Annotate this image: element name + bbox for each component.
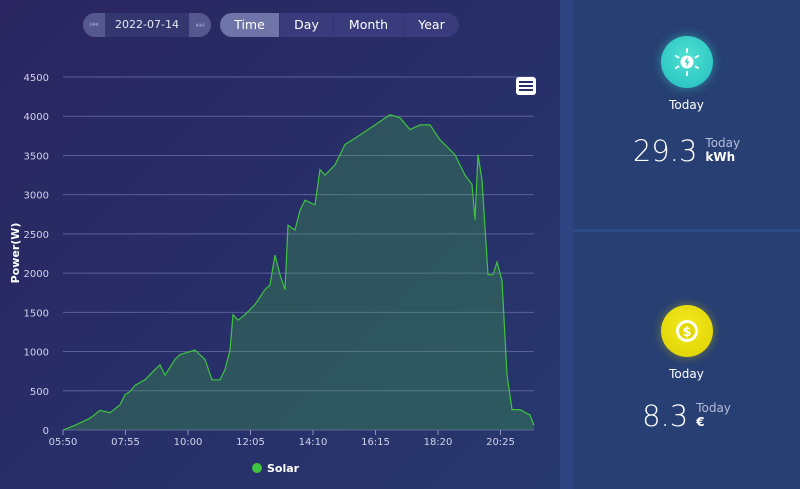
revenue-unit: € — [696, 415, 705, 429]
energy-sub-label: Today — [705, 136, 741, 150]
power-chart: 0 500 1000 1500 2000 2500 3000 3500 4000 4500 05:5… — [9, 73, 536, 475]
legend-item-solar[interactable]: Solar — [252, 462, 300, 475]
energy-value: 29.3 — [632, 134, 698, 168]
card-divider — [573, 229, 800, 232]
x-tick-label: 10:00 — [174, 437, 203, 448]
x-tick-label: 05:50 — [49, 437, 78, 448]
x-tick-label: 07:55 — [111, 437, 140, 448]
revenue-value: 8.3 — [642, 399, 689, 433]
revenue-card: $ Today 8.3 Today € — [573, 305, 800, 433]
sun-energy-icon — [660, 36, 713, 88]
y-tick-label: 3000 — [24, 191, 49, 202]
y-tick-label: 4500 — [24, 73, 49, 84]
panel-divider — [560, 0, 573, 489]
y-tick-label: 3500 — [24, 151, 49, 162]
y-tick-label: 0 — [43, 426, 49, 437]
y-tick-label: 500 — [30, 387, 49, 398]
y-tick-label: 2500 — [24, 230, 49, 241]
revenue-label: Today — [669, 367, 704, 381]
y-tick-label: 4000 — [24, 112, 49, 123]
energy-unit: kWh — [705, 150, 736, 164]
x-tick-label: 14:10 — [299, 437, 328, 448]
legend-label: Solar — [267, 462, 300, 475]
y-axis-label: Power(W) — [9, 223, 22, 284]
energy-label: Today — [669, 98, 704, 112]
legend-marker — [252, 463, 262, 473]
x-tick-label: 18:20 — [424, 437, 453, 448]
svg-text:$: $ — [682, 325, 691, 340]
energy-card: Today 29.3 Today kWh — [573, 36, 800, 168]
chart-menu-button[interactable] — [516, 77, 536, 95]
revenue-sub-label: Today — [696, 401, 731, 415]
y-tick-label: 1000 — [24, 348, 49, 359]
x-tick-label: 20:25 — [486, 437, 515, 448]
hamburger-menu-icon — [519, 81, 533, 91]
dollar-coin-icon: $ — [660, 305, 713, 357]
y-tick-label: 1500 — [24, 308, 49, 319]
x-tick-label: 12:05 — [236, 437, 265, 448]
solar-area — [63, 114, 534, 430]
x-tick-label: 16:15 — [361, 437, 390, 448]
y-tick-label: 2000 — [24, 269, 49, 280]
